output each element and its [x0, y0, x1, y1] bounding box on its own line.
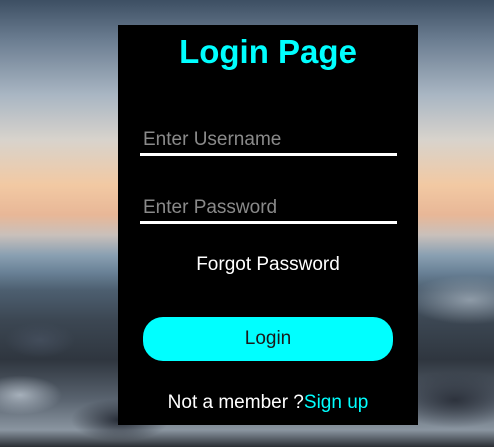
- signup-link[interactable]: Sign up: [304, 392, 368, 413]
- signup-prompt: Not a member ?: [167, 392, 304, 413]
- password-input[interactable]: [140, 195, 397, 224]
- username-input[interactable]: [140, 127, 397, 156]
- page-title: Login Page: [179, 33, 357, 70]
- login-button[interactable]: Login: [143, 317, 393, 361]
- forgot-password-link[interactable]: Forgot Password: [118, 254, 418, 276]
- login-card: Login Page Forgot Password Login Not a m…: [118, 25, 418, 425]
- signup-row: Not a member ?Sign up: [118, 392, 418, 414]
